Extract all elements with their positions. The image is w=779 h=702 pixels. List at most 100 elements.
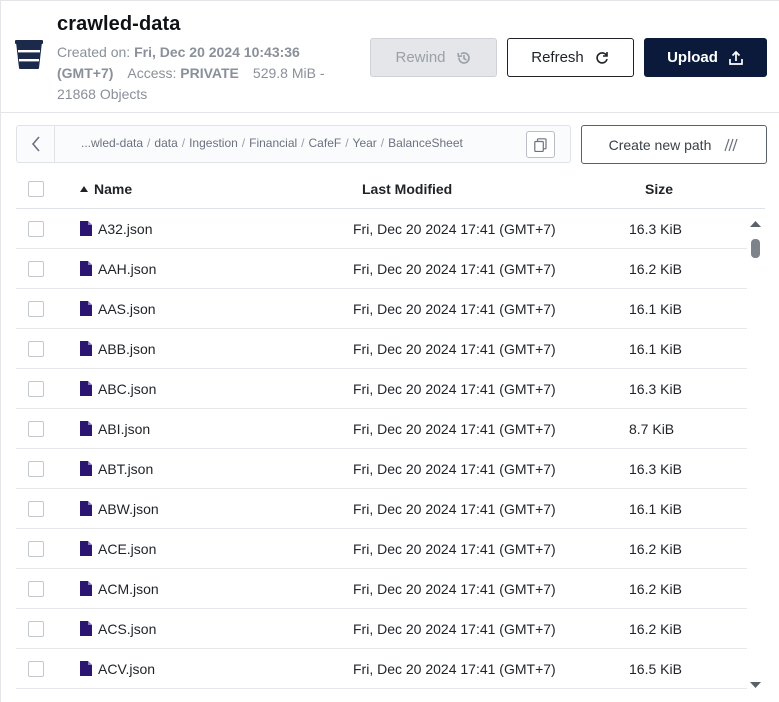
file-name[interactable]: AAS.json <box>98 301 156 317</box>
file-icon <box>80 581 92 596</box>
row-checkbox[interactable] <box>28 381 44 397</box>
bucket-details: Created on: Fri, Dec 20 2024 10:43:36 (G… <box>57 42 357 105</box>
row-checkbox[interactable] <box>28 301 44 317</box>
file-name[interactable]: ACM.json <box>98 581 159 597</box>
sort-asc-icon <box>80 186 88 192</box>
breadcrumb-segment[interactable]: data <box>154 136 177 150</box>
breadcrumb-separator: / <box>181 136 186 150</box>
created-label: Created on: <box>57 44 131 60</box>
breadcrumb-path: ...wled-data / data / Ingestion / Financial / Ca… <box>81 136 463 150</box>
upload-button[interactable]: Upload <box>644 38 767 77</box>
breadcrumb-segment-current[interactable]: BalanceSheet <box>388 136 463 150</box>
object-count: 21868 Objects <box>57 86 148 102</box>
last-modified: Fri, Dec 20 2024 17:41 (GMT+7) <box>353 421 556 437</box>
column-header-last-modified[interactable]: Last Modified <box>362 181 452 197</box>
breadcrumb-separator: / <box>147 136 151 150</box>
table-row[interactable]: ACV.json Fri, Dec 20 2024 17:41 (GMT+7) 16… <box>16 649 747 689</box>
file-icon <box>80 501 92 516</box>
file-name[interactable]: ABB.json <box>98 341 156 357</box>
last-modified: Fri, Dec 20 2024 17:41 (GMT+7) <box>353 341 556 357</box>
refresh-label: Refresh <box>531 49 584 66</box>
last-modified: Fri, Dec 20 2024 17:41 (GMT+7) <box>353 621 556 637</box>
last-modified: Fri, Dec 20 2024 17:41 (GMT+7) <box>353 501 556 517</box>
row-checkbox[interactable] <box>28 581 44 597</box>
table-row[interactable]: ABB.json Fri, Dec 20 2024 17:41 (GMT+7) 16… <box>16 329 747 369</box>
row-checkbox[interactable] <box>28 461 44 477</box>
table-row[interactable]: ABW.json Fri, Dec 20 2024 17:41 (GMT+7) 16… <box>16 489 747 529</box>
scroll-up-arrow[interactable] <box>748 219 763 229</box>
table-row[interactable]: ACS.json Fri, Dec 20 2024 17:41 (GMT+7) 16… <box>16 609 747 649</box>
breadcrumb: ...wled-data / data / Ingestion / Financial / Ca… <box>16 125 571 163</box>
last-modified: Fri, Dec 20 2024 17:41 (GMT+7) <box>353 221 556 237</box>
table-row[interactable]: AAS.json Fri, Dec 20 2024 17:41 (GMT+7) 16… <box>16 289 747 329</box>
file-size: 8.7 KiB <box>629 421 675 437</box>
file-size: 16.2 KiB <box>629 541 682 557</box>
file-name[interactable]: ACV.json <box>98 661 155 677</box>
row-checkbox[interactable] <box>28 621 44 637</box>
last-modified: Fri, Dec 20 2024 17:41 (GMT+7) <box>353 261 556 277</box>
upload-icon <box>729 50 743 65</box>
create-new-path-button[interactable]: Create new path <box>581 125 767 164</box>
file-name[interactable]: ABI.json <box>98 421 150 437</box>
file-icon <box>80 301 92 316</box>
table-row[interactable]: ACE.json Fri, Dec 20 2024 17:41 (GMT+7) 16… <box>16 529 747 569</box>
breadcrumb-segment[interactable]: Year <box>353 136 377 150</box>
file-name[interactable]: ACS.json <box>98 621 156 637</box>
file-name[interactable]: A32.json <box>98 221 152 237</box>
row-checkbox[interactable] <box>28 341 44 357</box>
column-name-label: Name <box>94 181 133 197</box>
bucket-size: 529.8 MiB - <box>252 65 325 81</box>
file-icon <box>80 421 92 436</box>
row-checkbox[interactable] <box>28 541 44 557</box>
file-size: 16.5 KiB <box>629 661 682 677</box>
bucket-icon <box>15 40 43 69</box>
select-all-checkbox[interactable] <box>28 181 44 197</box>
rewind-button[interactable]: Rewind <box>370 38 497 77</box>
row-checkbox[interactable] <box>28 501 44 517</box>
file-size: 16.3 KiB <box>629 221 682 237</box>
access-label: Access: <box>127 65 177 81</box>
breadcrumb-segment[interactable]: Ingestion <box>189 136 238 150</box>
file-icon <box>80 261 92 276</box>
refresh-button[interactable]: Refresh <box>507 38 634 77</box>
breadcrumb-segment[interactable]: Financial <box>249 136 297 150</box>
file-icon <box>80 381 92 396</box>
column-header-size[interactable]: Size <box>645 181 673 197</box>
table-row[interactable]: ABT.json Fri, Dec 20 2024 17:41 (GMT+7) 16… <box>16 449 747 489</box>
new-path-icon <box>724 138 738 151</box>
file-size: 16.2 KiB <box>629 621 682 637</box>
back-button[interactable] <box>17 126 55 162</box>
last-modified: Fri, Dec 20 2024 17:41 (GMT+7) <box>353 541 556 557</box>
row-checkbox[interactable] <box>28 421 44 437</box>
row-checkbox[interactable] <box>28 661 44 677</box>
file-name[interactable]: ACE.json <box>98 541 156 557</box>
table-row[interactable]: ABI.json Fri, Dec 20 2024 17:41 (GMT+7) 8.… <box>16 409 747 449</box>
copy-icon <box>534 137 547 152</box>
file-size: 16.3 KiB <box>629 381 682 397</box>
column-size-label: Size <box>645 181 674 197</box>
scroll-down-arrow[interactable] <box>748 680 763 690</box>
table-row[interactable]: A32.json Fri, Dec 20 2024 17:41 (GMT+7) 16… <box>16 209 747 249</box>
file-name[interactable]: ABC.json <box>98 381 156 397</box>
table-row[interactable]: AAH.json Fri, Dec 20 2024 17:41 (GMT+7) 16… <box>16 249 747 289</box>
object-list: A32.json Fri, Dec 20 2024 17:41 (GMT+7) 16… <box>16 209 747 689</box>
last-modified: Fri, Dec 20 2024 17:41 (GMT+7) <box>353 381 556 397</box>
file-size: 16.2 KiB <box>629 581 682 597</box>
row-checkbox[interactable] <box>28 221 44 237</box>
breadcrumb-segment[interactable]: CafeF <box>309 136 342 150</box>
scrollbar-thumb[interactable] <box>751 239 760 258</box>
copy-path-button[interactable] <box>526 131 555 158</box>
table-row[interactable]: ACM.json Fri, Dec 20 2024 17:41 (GMT+7) 16… <box>16 569 747 609</box>
create-path-label: Create new path <box>608 136 712 153</box>
breadcrumb-segment[interactable]: ...wled-data <box>81 136 143 150</box>
column-header-name[interactable]: Name <box>79 181 132 197</box>
file-name[interactable]: AAH.json <box>98 261 156 277</box>
file-name[interactable]: ABT.json <box>98 461 153 477</box>
file-icon <box>80 621 92 636</box>
table-row[interactable]: ABC.json Fri, Dec 20 2024 17:41 (GMT+7) 16… <box>16 369 747 409</box>
breadcrumb-separator: / <box>345 136 349 150</box>
file-icon <box>80 541 92 556</box>
file-size: 16.2 KiB <box>629 261 682 277</box>
row-checkbox[interactable] <box>28 261 44 277</box>
file-name[interactable]: ABW.json <box>98 501 159 517</box>
